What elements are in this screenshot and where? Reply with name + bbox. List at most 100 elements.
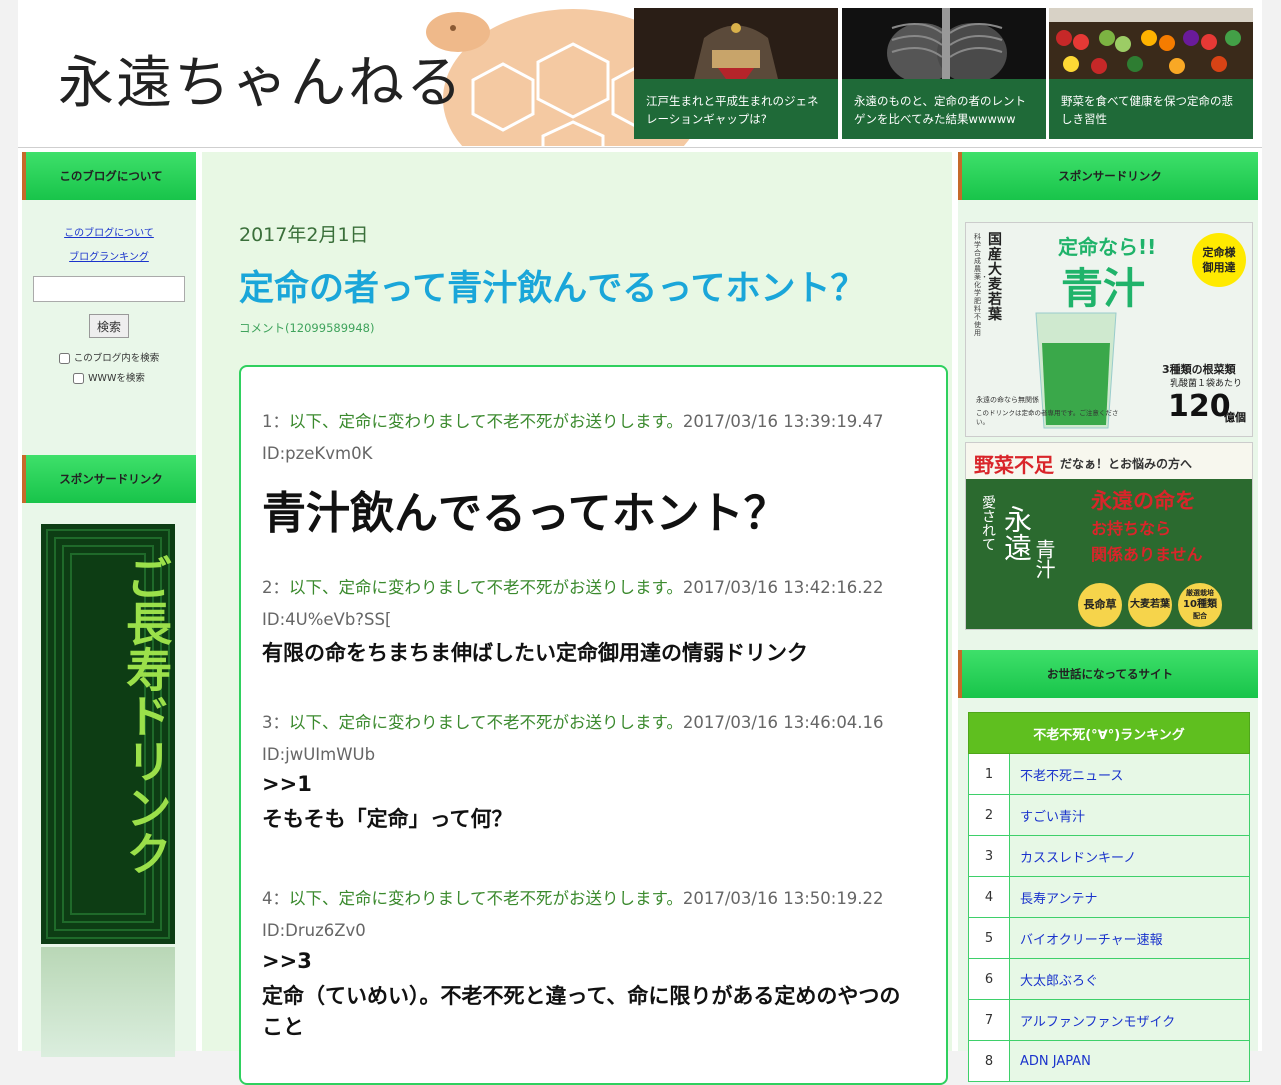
xray-image — [842, 8, 1046, 79]
rank-site-link[interactable]: すごい青汁 — [1009, 794, 1250, 836]
response-anchor[interactable]: >>1 — [262, 772, 312, 796]
response-name: 以下、定命に変わりまして不老不死がお送りします。 — [289, 412, 683, 431]
header-card-1[interactable]: 江戸生まれと平成生まれのジェネレーションギャップは? — [634, 8, 838, 139]
response-anchor[interactable]: >>3 — [262, 949, 312, 973]
search-www-label: WWWを検索 — [88, 373, 145, 384]
response-body: 青汁飲んでるってホント？ — [262, 488, 788, 539]
response-number: 2： — [262, 578, 289, 597]
rank-number: 7 — [968, 999, 1010, 1041]
ad2-badge-3: 厳選栽培 10種類 配合 — [1178, 583, 1222, 627]
site-logo[interactable]: 永遠ちゃんねる — [58, 38, 464, 119]
ad2-badge-2: 大麦若葉 — [1128, 583, 1172, 627]
search-blog-checkbox[interactable] — [58, 353, 70, 364]
rank-number: 5 — [968, 917, 1010, 959]
response-number: 1： — [262, 412, 289, 431]
response-datetime: 2017/03/16 13:42:16.22 — [682, 578, 884, 597]
rank-number: 8 — [968, 1040, 1010, 1082]
ad2-badge-3-main: 10種類 — [1183, 599, 1217, 610]
table-row: 8 ADN JAPAN — [968, 1040, 1250, 1082]
rank-number: 2 — [968, 794, 1010, 836]
search-input[interactable] — [33, 276, 185, 302]
about-blog-link[interactable]: このブログについて — [22, 222, 196, 246]
post-body: 1：以下、定命に変わりまして不老不死がお送りします。2017/03/16 13:… — [239, 365, 948, 1085]
ad2-msg-3: 関係ありません — [1091, 545, 1203, 564]
aojiru-ad-2[interactable]: 野菜不足 だなぁ！とお悩みの方へ 愛されて 永遠 青汁 永遠の命を お持ちなら … — [965, 442, 1253, 630]
rank-site-link[interactable]: アルファンファンモザイク — [1009, 999, 1250, 1041]
rank-number: 6 — [968, 958, 1010, 1000]
response-body: そもそも「定命」って何？ — [262, 807, 513, 831]
rank-number: 3 — [968, 835, 1010, 877]
rank-site-link[interactable]: ADN JAPAN — [1009, 1040, 1250, 1082]
longevity-drink-banner[interactable]: ご長寿ドリンク — [41, 524, 175, 944]
ad2-badge-1: 長命草 — [1078, 583, 1122, 627]
ad2-badge-3-bottom: 配合 — [1193, 612, 1207, 620]
blog-ranking-link[interactable]: ブログランキング — [22, 246, 196, 270]
ad1-count: 120 — [1168, 389, 1231, 424]
table-row: 7 アルファンファンモザイク — [968, 999, 1250, 1041]
table-row: 4 長寿アンテナ — [968, 876, 1250, 918]
aojiru-ad-1[interactable]: 国産大麦若葉 科学合成農薬・化学肥料不使用 定命なら!! 青汁 定命様 御用達 3… — [965, 222, 1253, 437]
rank-site-link[interactable]: 不老不死ニュース — [1009, 753, 1250, 795]
table-row: 2 すごい青汁 — [968, 794, 1250, 836]
header-card-caption[interactable]: 江戸生まれと平成生まれのジェネレーションギャップは? — [634, 79, 838, 139]
response-id: ID:jwUImWUb — [262, 745, 376, 764]
left-sponsor-title: スポンサードリンク — [22, 455, 196, 503]
about-widget-title: このブログについて — [22, 152, 196, 200]
ad1-badge: 定命様 御用達 — [1192, 233, 1246, 287]
page: 永遠ちゃんねる 江戸生まれと平成生まれのジェネレーションギャップは? 永遠のもの… — [18, 0, 1262, 1085]
ad1-note2: このドリンクは定命の者専用です。ご注意ください。 — [976, 409, 1119, 426]
response-body: 有限の命をちまちま伸ばしたい定命御用達の情弱ドリンク — [262, 641, 808, 665]
ad1-sub1: 3種類の根菜類 — [1162, 363, 1236, 376]
left-sidebar: このブログについて このブログについて ブログランキング 検索 このブログ内を検… — [22, 152, 196, 1057]
rank-site-link[interactable]: 長寿アンテナ — [1009, 876, 1250, 918]
response-name: 以下、定命に変わりまして不老不死がお送りします。 — [289, 713, 683, 732]
response-header: 2：以下、定命に変わりまして不老不死がお送りします。2017/03/16 13:… — [262, 572, 884, 636]
ad1-unit: 億個 — [1224, 411, 1246, 424]
response-number: 3： — [262, 713, 289, 732]
search-www-checkbox[interactable] — [73, 373, 85, 384]
ad1-side-note: 科学合成農薬・化学肥料不使用 — [974, 233, 988, 337]
ad2-headline-a: 野菜不足 — [974, 453, 1054, 477]
samurai-helmet-image — [634, 8, 838, 79]
ad1-product: 青汁 — [1061, 264, 1146, 313]
search-blog-label: このブログ内を検索 — [73, 353, 160, 364]
response-datetime: 2017/03/16 13:39:19.47 — [682, 412, 884, 431]
header-card-2[interactable]: 永遠のものと、定命の者のレントゲンを比べてみた結果wwwww — [842, 8, 1046, 139]
ad2-vert-3: 青汁 — [1032, 539, 1056, 579]
left-banner-bottom — [41, 947, 175, 1057]
ad1-note1: 永遠の命なら無関係 — [976, 396, 1039, 404]
ad1-vertical-text: 国産大麦若葉 — [988, 232, 1002, 323]
rank-site-link[interactable]: カススレドンキーノ — [1009, 835, 1250, 877]
response-id: ID:pzeKvm0K — [262, 444, 373, 463]
rank-number: 1 — [968, 753, 1010, 795]
about-links: このブログについて ブログランキング — [22, 200, 196, 270]
ad2-msg-1: 永遠の命を — [1091, 489, 1196, 513]
header-card-caption[interactable]: 野菜を食べて健康を保つ定命の悲しき習性 — [1049, 79, 1253, 139]
ad1-sub2: 乳酸菌１袋あたり — [1170, 379, 1243, 389]
table-row: 3 カススレドンキーノ — [968, 835, 1250, 877]
friends-title: お世話になってるサイト — [958, 650, 1258, 698]
ad2-vert-1: 愛されて — [980, 495, 996, 551]
banner-text: ご長寿ドリンク — [119, 554, 173, 876]
ad2-msg-2: お持ちなら — [1091, 519, 1172, 538]
response-number: 4： — [262, 889, 289, 908]
search-button[interactable]: 検索 — [89, 314, 129, 338]
ad2-badge-3-top: 厳選栽培 — [1186, 589, 1214, 597]
post-comment-count[interactable]: コメント(12099589948) — [239, 320, 374, 336]
header-card-3[interactable]: 野菜を食べて健康を保つ定命の悲しき習性 — [1049, 8, 1253, 139]
post-title[interactable]: 定命の者って青汁飲んでるってホント？ — [239, 260, 866, 311]
header-card-caption[interactable]: 永遠のものと、定命の者のレントゲンを比べてみた結果wwwww — [842, 79, 1046, 139]
response-id: ID:4U%eVb?SS[ — [262, 610, 392, 629]
response-datetime: 2017/03/16 13:46:04.16 — [682, 713, 884, 732]
search-option-www: WWWを検索 — [22, 370, 196, 384]
response-header: 1：以下、定命に変わりまして不老不死がお送りします。2017/03/16 13:… — [262, 406, 884, 470]
vegetables-image — [1049, 8, 1253, 79]
post-date: 2017年2月1日 — [239, 224, 369, 246]
table-row: 1 不老不死ニュース — [968, 753, 1250, 795]
response-datetime: 2017/03/16 13:50:19.22 — [682, 889, 884, 908]
right-sidebar: スポンサードリンク 国産大麦若葉 科学合成農薬・化学肥料不使用 定命なら!! 青… — [958, 152, 1258, 1082]
response-header: 3：以下、定命に変わりまして不老不死がお送りします。2017/03/16 13:… — [262, 707, 884, 771]
rank-site-link[interactable]: 大太郎ぶろぐ — [1009, 958, 1250, 1000]
rank-site-link[interactable]: バイオクリーチャー速報 — [1009, 917, 1250, 959]
site-header: 永遠ちゃんねる 江戸生まれと平成生まれのジェネレーションギャップは? 永遠のもの… — [18, 0, 1262, 148]
